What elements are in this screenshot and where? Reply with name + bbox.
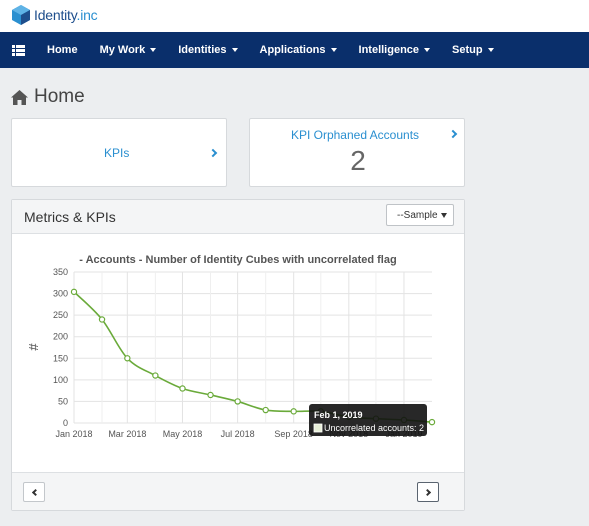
data-point [428,418,436,426]
y-tick-label: 200 [53,332,68,342]
caret-down-icon [424,48,431,52]
caret-down-icon [441,213,447,218]
chevron-left-icon [31,488,39,496]
sample-select-value: --Sample [397,210,438,221]
x-tick-label: May 2018 [163,429,203,439]
x-tick-label: Jul 2018 [221,429,255,439]
nav-identities-label: Identities [178,44,227,56]
nav-setup-label: Setup [452,44,483,56]
brand-logo[interactable]: Identity.inc [10,4,98,26]
y-tick-label: 250 [53,310,68,320]
nav-intelligence-label: Intelligence [358,44,420,56]
nav-intelligence[interactable]: Intelligence [348,32,442,68]
chart-tooltip: Feb 1, 2019 Uncorrelated accounts: 2 [309,404,427,436]
chevron-right-icon [423,488,431,496]
metrics-panel-footer [12,472,464,510]
orphaned-accounts-card[interactable]: KPI Orphaned Accounts 2 [249,118,465,187]
data-point [179,385,186,392]
nav-my-work[interactable]: My Work [89,32,168,68]
y-tick-label: 100 [53,375,68,385]
x-tick-label: Sep 2018 [274,429,313,439]
home-icon [11,89,28,105]
caret-down-icon [330,48,337,52]
nav-applications-label: Applications [259,44,326,56]
y-axis-ticks: 350 300 250 200 150 100 50 0 [53,267,68,428]
nav-home[interactable]: Home [36,32,89,68]
menu-toggle-button[interactable] [0,32,36,68]
caret-down-icon [231,48,238,52]
data-point [207,391,214,399]
nav-my-work-label: My Work [99,44,146,56]
chevron-right-icon [208,148,218,158]
data-point [98,316,106,323]
y-tick-label: 350 [53,267,68,277]
chart-title: - Accounts - Number of Identity Cubes wi… [79,254,396,266]
data-point [152,372,159,379]
kpis-card-label: KPIs [104,146,130,160]
metrics-panel: Metrics & KPIs --Sample - Accounts - Num… [11,199,465,511]
previous-button[interactable] [23,482,45,502]
nav-home-label: Home [47,44,78,56]
y-tick-label: 0 [63,418,68,428]
caret-down-icon [487,48,494,52]
logo-cube-icon [12,5,30,25]
caret-down-icon [150,48,157,52]
x-tick-label: Mar 2018 [108,429,146,439]
page-title: Home [34,86,85,107]
data-point [124,355,131,362]
top-bar: Identity.inc [0,0,589,32]
data-point [262,406,269,414]
y-axis-label: # [26,343,41,351]
data-point [70,288,78,296]
data-point [234,398,241,405]
metrics-panel-header: Metrics & KPIs --Sample [12,200,464,234]
tooltip-title: Feb 1, 2019 [314,410,363,420]
next-button[interactable] [417,482,439,502]
nav-applications[interactable]: Applications [249,32,348,68]
orphaned-accounts-value: 2 [350,145,366,176]
tooltip-text: Uncorrelated accounts: 2 [324,423,424,433]
data-point [290,408,297,415]
orphaned-accounts-label: KPI Orphaned Accounts [290,128,420,142]
x-tick-label: Jan 2018 [55,429,92,439]
accounts-line-chart: - Accounts - Number of Identity Cubes wi… [26,254,436,439]
tooltip-swatch [313,423,323,433]
chart-grid [73,271,432,424]
brand-name: Identity.inc [34,7,98,23]
sample-select[interactable]: --Sample [386,204,454,226]
kpis-card[interactable]: KPIs [11,118,227,187]
y-tick-label: 50 [58,396,68,406]
nav-identities[interactable]: Identities [167,32,248,68]
metrics-panel-title: Metrics & KPIs [24,209,116,225]
y-tick-label: 300 [53,289,68,299]
list-menu-icon [11,44,25,56]
nav-setup[interactable]: Setup [441,32,505,68]
main-navbar: Home My Work Identities Applications Int… [0,32,589,68]
y-tick-label: 150 [53,353,68,363]
page-heading: Home [11,86,85,108]
